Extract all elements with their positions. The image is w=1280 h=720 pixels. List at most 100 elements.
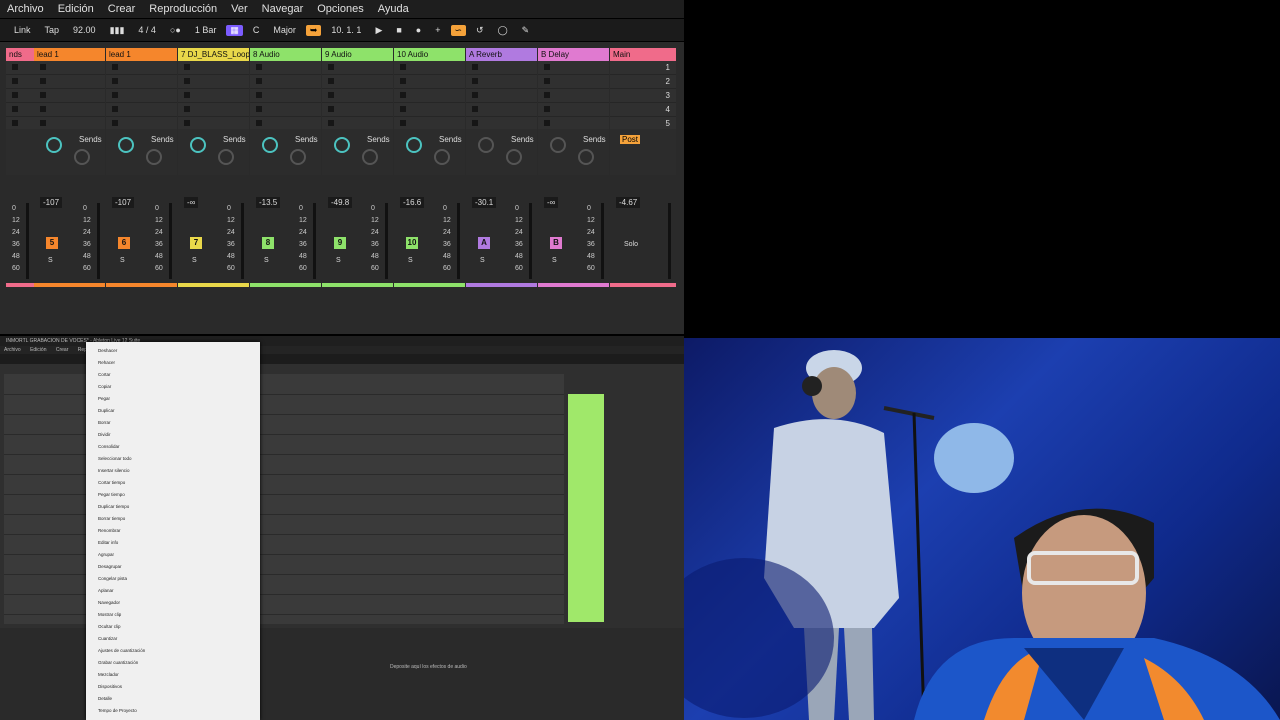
clip-stop-icon[interactable] [328, 78, 334, 84]
clip-slot[interactable] [6, 89, 34, 103]
solo-button[interactable]: S [264, 257, 269, 264]
solo-button[interactable]: S [336, 257, 341, 264]
clip-stop-icon[interactable] [40, 78, 46, 84]
clip-stop-icon[interactable] [400, 64, 406, 70]
automation-arm-icon[interactable]: ∽ [450, 24, 467, 36]
clip-stop-icon[interactable] [12, 64, 18, 70]
clip-slot[interactable] [250, 61, 321, 75]
send-b-knob[interactable] [218, 149, 234, 165]
menu-item[interactable]: Mostrar clip [98, 612, 121, 617]
menu-item[interactable]: Agrupar [98, 552, 114, 557]
track-title[interactable]: 10 Audio [394, 48, 465, 61]
track-header-strip[interactable] [568, 394, 604, 622]
send-b-knob[interactable] [146, 149, 162, 165]
clip-slot[interactable]: 1 [610, 61, 676, 75]
menu-archivo[interactable]: Archivo [0, 3, 51, 15]
track-activator-button[interactable]: B [550, 237, 562, 249]
track-title[interactable]: Main [610, 48, 676, 61]
track-activator-button[interactable]: 5 [46, 237, 58, 249]
track-title[interactable]: 8 Audio [250, 48, 321, 61]
clip-stop-icon[interactable] [184, 64, 190, 70]
clip-slot[interactable]: 4 [610, 103, 676, 117]
track-activator-button[interactable]: A [478, 237, 490, 249]
clip-slot[interactable] [466, 75, 537, 89]
w2-menu-archivo[interactable]: Archivo [0, 347, 25, 353]
scene-number[interactable]: 1 [666, 63, 670, 72]
clip-slot[interactable] [34, 75, 105, 89]
clip-stop-icon[interactable] [40, 120, 46, 126]
menu-item[interactable]: Borrar tiempo [98, 516, 125, 521]
menu-item[interactable]: Duplicar [98, 408, 115, 413]
volume-readout[interactable]: -107 [40, 197, 63, 208]
track-activator-button[interactable]: 7 [190, 237, 202, 249]
menu-item[interactable]: Duplicar tiempo [98, 504, 129, 509]
add-icon[interactable]: + [431, 24, 444, 36]
clip-slot[interactable] [6, 103, 34, 117]
clip-slot[interactable] [538, 61, 609, 75]
clip-slot[interactable]: 2 [610, 75, 676, 89]
clip-slot[interactable] [250, 75, 321, 89]
menu-item[interactable]: Ajustes de cuantización [98, 648, 145, 653]
w2-menu-crear[interactable]: Crear [52, 347, 73, 353]
menu-item[interactable]: Grabar cuantización [98, 660, 138, 665]
clip-slot[interactable] [106, 103, 177, 117]
menu-item[interactable]: Insertar silencio [98, 468, 130, 473]
menu-item[interactable]: Congelar pista [98, 576, 127, 581]
follow-button[interactable]: ➥ [305, 24, 322, 36]
menu-item[interactable]: Editar info [98, 540, 118, 545]
clip-stop-icon[interactable] [472, 106, 478, 112]
key-toggle-icon[interactable]: ▦ [226, 24, 243, 36]
send-a-knob[interactable] [190, 137, 206, 153]
tempo-field[interactable]: 92.00 [69, 24, 100, 36]
menu-item[interactable]: Consolidar [98, 444, 120, 449]
send-b-knob[interactable] [74, 149, 90, 165]
volume-readout[interactable]: -∞ [184, 197, 199, 208]
track-activator-button[interactable]: 8 [262, 237, 274, 249]
solo-button[interactable]: S [192, 257, 197, 264]
play-icon[interactable]: ▶ [371, 24, 386, 37]
clip-slot[interactable] [250, 103, 321, 117]
send-a-knob[interactable] [118, 137, 134, 153]
w2-menu-edicion[interactable]: Edición [26, 347, 50, 353]
send-a-knob[interactable] [406, 137, 422, 153]
solo-button[interactable]: S [552, 257, 557, 264]
clip-stop-icon[interactable] [12, 120, 18, 126]
clip-slot[interactable] [106, 75, 177, 89]
clip-slot[interactable] [322, 89, 393, 103]
clip-stop-icon[interactable] [544, 64, 550, 70]
track-activator-button[interactable]: 10 [406, 237, 418, 249]
clip-stop-icon[interactable] [328, 64, 334, 70]
scale-select[interactable]: Major [269, 24, 300, 36]
menu-item[interactable]: Renombrar [98, 528, 121, 533]
track-title[interactable]: 9 Audio [322, 48, 393, 61]
track-title[interactable]: A Reverb [466, 48, 537, 61]
clip-slot[interactable] [466, 89, 537, 103]
clip-stop-icon[interactable] [184, 78, 190, 84]
clip-stop-icon[interactable] [256, 64, 262, 70]
send-a-knob[interactable] [550, 137, 566, 153]
clip-stop-icon[interactable] [544, 120, 550, 126]
track-title[interactable]: lead 1 [34, 48, 105, 61]
send-a-knob[interactable] [46, 137, 62, 153]
clip-slot[interactable] [178, 103, 249, 117]
menu-item[interactable]: Mezclador [98, 672, 119, 677]
clip-stop-icon[interactable] [400, 106, 406, 112]
clip-slot[interactable] [394, 75, 465, 89]
menu-ayuda[interactable]: Ayuda [371, 3, 416, 15]
stop-icon[interactable]: ■ [392, 24, 405, 36]
clip-stop-icon[interactable] [328, 106, 334, 112]
clip-stop-icon[interactable] [472, 120, 478, 126]
clip-slot[interactable] [538, 75, 609, 89]
clip-slot[interactable]: 3 [610, 89, 676, 103]
clip-stop-icon[interactable] [256, 106, 262, 112]
clip-stop-icon[interactable] [184, 120, 190, 126]
send-b-knob[interactable] [434, 149, 450, 165]
clip-stop-icon[interactable] [544, 106, 550, 112]
clip-stop-icon[interactable] [544, 92, 550, 98]
clip-slot[interactable] [178, 75, 249, 89]
menu-item[interactable]: Copiar [98, 384, 111, 389]
clip-stop-icon[interactable] [40, 106, 46, 112]
scene-number[interactable]: 2 [666, 77, 670, 86]
send-a-knob[interactable] [334, 137, 350, 153]
clip-stop-icon[interactable] [472, 92, 478, 98]
